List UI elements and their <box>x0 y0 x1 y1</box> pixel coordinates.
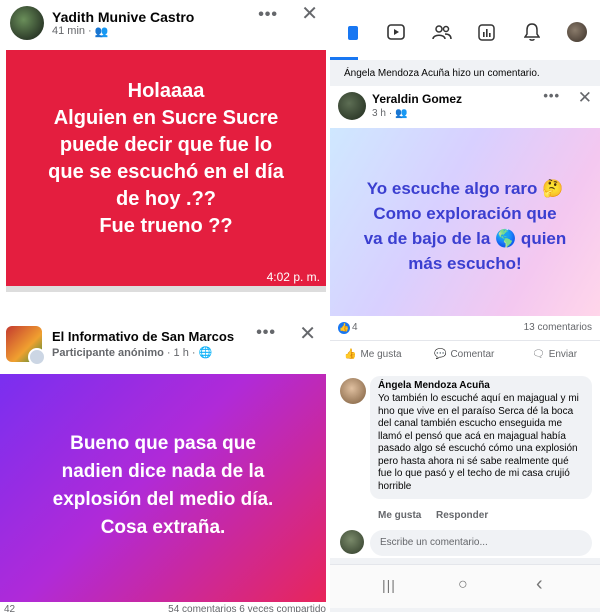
close-icon[interactable]: ✕ <box>301 4 318 24</box>
post-informativo: El Informativo de San Marcos Participant… <box>0 318 330 612</box>
post-text-line: Holaaaa <box>127 80 205 102</box>
group-avatar[interactable] <box>6 326 46 366</box>
close-icon[interactable]: ✕ <box>299 324 316 344</box>
post-text: Bueno que pasa que nadien dice nada de l… <box>0 430 326 542</box>
group-name[interactable]: El Informativo de San Marcos <box>52 329 234 344</box>
comments-count[interactable]: 13 comentarios <box>524 322 592 333</box>
author-name[interactable]: Yadith Munive Castro <box>52 9 194 25</box>
post-text-line: puede decir que fue lo <box>59 134 273 156</box>
comment-like[interactable]: Me gusta <box>378 510 421 521</box>
friends-icon: 👥 <box>94 25 109 38</box>
like-label: Me gusta <box>360 349 402 360</box>
post-text-line: Fue trueno ?? <box>99 215 233 237</box>
comment-reply[interactable]: Responder <box>436 510 488 521</box>
post-text-line: nadien dice nada de la <box>61 461 265 482</box>
post-time[interactable]: 3 h <box>372 108 386 119</box>
avatar[interactable] <box>10 6 44 40</box>
more-options-icon[interactable]: ••• <box>258 6 278 24</box>
post-yadith: Yadith Munive Castro 41 min · 👥 ••• ✕ Ho… <box>0 0 330 292</box>
post-text-line: más escucho! <box>408 254 522 273</box>
post-meta: Participante anónimo · 1 h · 🌐 <box>52 346 234 360</box>
video-icon[interactable] <box>387 24 405 40</box>
post-header: El Informativo de San Marcos Participant… <box>0 318 330 370</box>
post-text-line: Bueno que pasa que <box>70 433 256 454</box>
comments-area: Ángela Mendoza Acuña Yo también lo escuc… <box>330 370 600 558</box>
top-nav <box>330 0 600 60</box>
home-nav-icon[interactable]: ○ <box>458 576 468 594</box>
like-reaction-icon: 👍 <box>338 322 350 334</box>
post-detail-screen: Ángela Mendoza Acuña hizo un comentario.… <box>330 0 600 612</box>
comment-input[interactable]: Escribe un comentario... <box>370 530 592 556</box>
more-options-icon[interactable]: ••• <box>543 88 560 103</box>
divider <box>0 292 330 306</box>
comment-share-count[interactable]: 54 comentarios 6 veces compartido <box>168 604 326 612</box>
dot-separator: · <box>191 346 196 359</box>
post-text-line: Alguien en Sucre Sucre <box>53 107 279 129</box>
dot-separator: · <box>166 346 171 359</box>
action-bar: 👍 Me gusta 💬 Comentar 🗨 Enviar <box>330 340 600 370</box>
comment-input-placeholder: Escribe un comentario... <box>380 537 488 548</box>
post-text-line: Cosa extraña. <box>100 517 226 538</box>
post-meta: 3 h · 👥 <box>372 108 408 119</box>
android-nav-bar: ||| ○ ‹ <box>330 564 600 608</box>
post-image-red: Holaaaa Alguien en Sucre Sucre puede dec… <box>6 50 326 290</box>
post-text-line: Yo escuche algo raro 🤔 <box>366 179 564 198</box>
post-header: Yadith Munive Castro 41 min · 👥 ••• ✕ <box>0 0 330 46</box>
commenter-avatar[interactable] <box>340 378 366 404</box>
recents-icon[interactable]: ||| <box>382 577 396 593</box>
home-tab-indicator[interactable] <box>330 20 358 60</box>
bell-icon[interactable] <box>524 23 540 41</box>
back-icon[interactable]: ‹ <box>536 573 543 596</box>
author-name[interactable]: Yeraldin Gomez <box>372 92 462 106</box>
activity-line: Ángela Mendoza Acuña hizo un comentario. <box>344 68 540 79</box>
participant-label: Participante anónimo <box>52 346 164 359</box>
post-image-pastel: Yo escuche algo raro 🤔 Como exploración … <box>330 128 600 316</box>
send-button[interactable]: 🗨 Enviar <box>532 349 577 360</box>
dot-separator: · <box>388 108 393 119</box>
comment-text: Yo también lo escuché aquí en majagual y… <box>378 393 579 492</box>
comment-button[interactable]: 💬 Comentar <box>434 349 494 360</box>
more-options-icon[interactable]: ••• <box>256 324 276 342</box>
comment-author[interactable]: Ángela Mendoza Acuña <box>378 380 584 391</box>
post-text-line: de hoy .?? <box>116 188 216 210</box>
groups-icon[interactable] <box>432 24 452 40</box>
globe-icon: 🌐 <box>198 347 213 359</box>
dashboard-icon[interactable] <box>478 24 495 41</box>
reaction-count[interactable]: 42 <box>4 604 15 612</box>
post-text-line: explosión del medio día. <box>52 489 274 510</box>
post-meta: 41 min · 👥 <box>52 25 194 38</box>
send-label: Enviar <box>548 349 578 360</box>
friends-icon: 👥 <box>395 108 408 119</box>
post-text-line: que se escuchó en el día <box>48 161 284 183</box>
post-header: Yeraldin Gomez 3 h · 👥 ••• ✕ <box>330 86 600 128</box>
comment-icon: 💬 <box>434 349 447 360</box>
post-image-gradient: Bueno que pasa que nadien dice nada de l… <box>0 374 326 602</box>
like-button[interactable]: 👍 Me gusta <box>344 349 402 360</box>
post-text-line: va de bajo de la 🌎 quien <box>363 229 567 248</box>
overlay-timestamp: 4:02 p. m. <box>266 270 320 284</box>
anonymous-avatar <box>28 348 46 366</box>
user-avatar <box>340 530 364 554</box>
reactions-bar: 👍 4 13 comentarios <box>330 316 600 340</box>
post-stats: 42 54 comentarios 6 veces compartido <box>4 604 326 612</box>
dot-separator: · <box>88 25 92 37</box>
post-time[interactable]: 41 min <box>52 25 85 37</box>
profile-avatar[interactable] <box>567 22 587 42</box>
avatar[interactable] <box>338 92 366 120</box>
reaction-count[interactable]: 4 <box>352 322 358 333</box>
close-icon[interactable]: ✕ <box>578 88 592 108</box>
post-time[interactable]: 1 h <box>174 347 189 359</box>
post-text: Yo escuche algo raro 🤔 Como exploración … <box>330 176 600 276</box>
post-text: Holaaaa Alguien en Sucre Sucre puede dec… <box>6 78 326 240</box>
thumbs-up-icon: 👍 <box>344 349 357 360</box>
comment-label: Comentar <box>450 349 495 360</box>
post-text-line: Como exploración que <box>373 204 557 223</box>
comment-bubble: Ángela Mendoza Acuña Yo también lo escuc… <box>370 376 592 499</box>
messenger-icon: 🗨 <box>532 349 545 360</box>
